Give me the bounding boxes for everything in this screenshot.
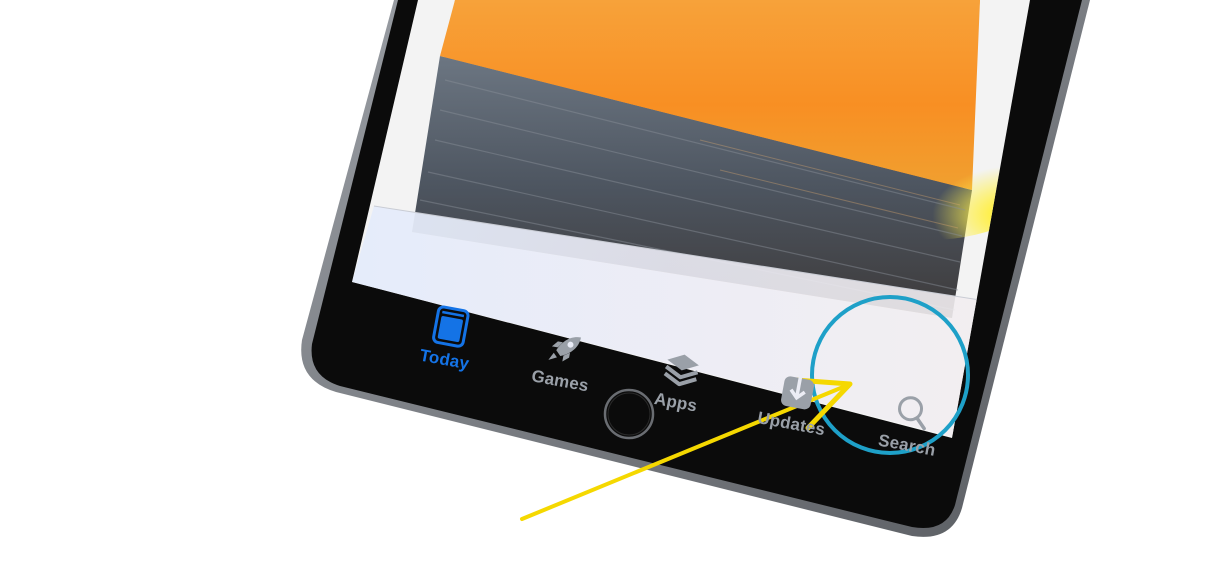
rocket-icon (541, 322, 592, 373)
tab-label: Updates (755, 408, 827, 440)
ipad-illustration (301, 0, 1090, 537)
search-icon (887, 387, 938, 438)
layers-icon (656, 344, 707, 395)
download-icon (772, 365, 823, 416)
today-icon (425, 301, 476, 352)
